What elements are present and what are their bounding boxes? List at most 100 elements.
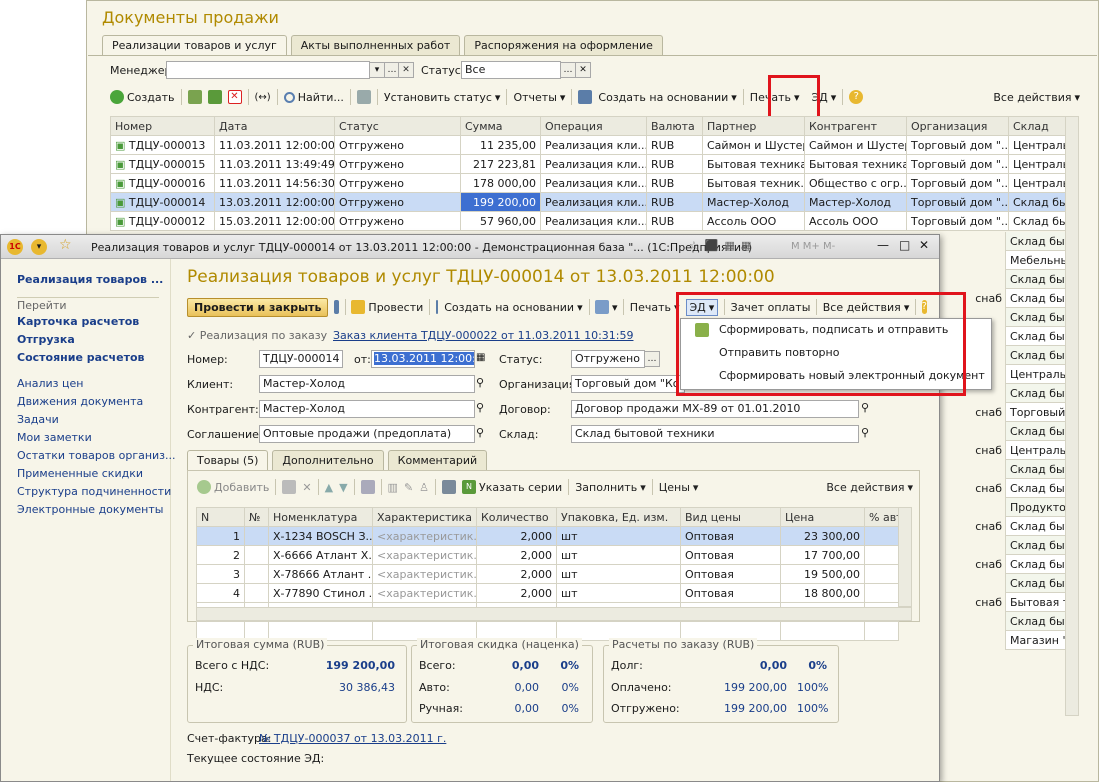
- search-icon[interactable]: ⚲: [861, 426, 869, 439]
- titlebar-tools[interactable]: ☆⬛▦▦: [689, 239, 757, 252]
- table-row[interactable]: ▣ ТДЦУ-000014 13.03.2011 12:00:00 Отгружен…: [110, 192, 1066, 212]
- minimize-icon[interactable]: —: [877, 238, 889, 252]
- tab-additional[interactable]: Дополнительно: [272, 450, 384, 470]
- arrow-down-icon[interactable]: ▼: [339, 481, 347, 494]
- column-header[interactable]: Дата: [214, 116, 335, 136]
- nav-link[interactable]: Примененные скидки: [17, 467, 176, 485]
- column-header[interactable]: Упаковка, Ед. изм.: [556, 507, 681, 527]
- prices-button[interactable]: Цены ▾: [659, 481, 699, 494]
- structure-button[interactable]: ▾: [594, 300, 617, 314]
- invoice-link[interactable]: № ТДЦУ-000037 от 13.03.2011 г.: [259, 732, 446, 745]
- status-field[interactable]: Отгружено: [571, 350, 645, 368]
- all-actions-button[interactable]: Все действия ▾: [993, 91, 1080, 104]
- close-icon[interactable]: ✕: [919, 238, 929, 252]
- nav-link[interactable]: Анализ цен: [17, 377, 176, 395]
- list-icon[interactable]: [442, 480, 457, 494]
- delete-icon[interactable]: ✕: [302, 481, 311, 494]
- search-icon[interactable]: ⚲: [861, 401, 869, 414]
- table-row[interactable]: 2 Х-6666 Атлант Х... <характеристик... 2,00…: [196, 545, 899, 565]
- barcode-icon[interactable]: ▥: [388, 481, 398, 494]
- column-header[interactable]: N: [196, 507, 245, 527]
- column-header[interactable]: Партнер: [702, 116, 805, 136]
- column-header[interactable]: №: [244, 507, 269, 527]
- calc-buttons[interactable]: M M+ M-: [791, 241, 835, 252]
- column-header[interactable]: Вид цены: [680, 507, 781, 527]
- table-row[interactable]: 4 Х-77890 Стинол ... <характеристик... 2,00…: [196, 583, 899, 603]
- delete-icon[interactable]: ✕: [227, 90, 242, 104]
- menu-icon[interactable]: ▾: [31, 239, 47, 255]
- nav-link[interactable]: Остатки товаров организ...: [17, 449, 176, 467]
- set-status-button[interactable]: Установить статус ▾: [384, 91, 501, 104]
- ellipsis-icon[interactable]: …: [644, 351, 660, 367]
- post-and-close-button[interactable]: Провести и закрыть: [187, 297, 329, 317]
- arrow-up-icon[interactable]: ▲: [325, 481, 333, 494]
- nav-link[interactable]: Электронные документы: [17, 503, 176, 521]
- nav-link[interactable]: Состояние расчетов: [17, 351, 144, 369]
- order-link[interactable]: Заказ клиента ТДЦУ-000022 от 11.03.2011 …: [333, 329, 633, 342]
- print-button[interactable]: Печать ▾: [630, 301, 680, 314]
- column-header[interactable]: Номер: [110, 116, 215, 136]
- find-button[interactable]: Найти...: [283, 91, 344, 104]
- contract-field[interactable]: Договор продажи МХ-89 от 01.01.2010: [571, 400, 859, 418]
- filter-icon[interactable]: [356, 90, 371, 104]
- maximize-icon[interactable]: □: [899, 238, 910, 252]
- calendar-icon[interactable]: ▦: [476, 352, 485, 363]
- specify-series-button[interactable]: N Указать серии: [462, 480, 562, 494]
- goods-hscrollbar[interactable]: [196, 607, 912, 621]
- org-field[interactable]: Торговый дом "Комп: [571, 375, 685, 393]
- post-button[interactable]: Провести: [351, 300, 423, 314]
- table-row[interactable]: ▣ ТДЦУ-000015 11.03.2011 13:49:49 Отгружен…: [110, 154, 1066, 174]
- chevron-down-icon[interactable]: ▾: [369, 62, 385, 78]
- tab-orders[interactable]: Распоряжения на оформление: [464, 35, 663, 55]
- manager-input[interactable]: [166, 61, 370, 79]
- copy-icon[interactable]: [187, 90, 202, 104]
- table-row[interactable]: ▣ ТДЦУ-000016 11.03.2011 14:56:30 Отгружен…: [110, 173, 1066, 193]
- help-icon[interactable]: ?: [849, 90, 864, 104]
- table-row[interactable]: ▣ ТДЦУ-000012 15.03.2011 12:00:00 Отгружен…: [110, 211, 1066, 231]
- date-field[interactable]: 13.03.2011 12:00:00: [371, 350, 475, 368]
- goods-scrollbar[interactable]: [898, 507, 912, 607]
- column-header[interactable]: Сумма: [460, 116, 541, 136]
- save-icon[interactable]: [334, 300, 340, 314]
- create-button[interactable]: Создать: [110, 90, 175, 104]
- eraser-icon[interactable]: ✎: [404, 481, 413, 494]
- by-order-checkbox[interactable]: ✓ Реализация по заказу: [187, 329, 327, 342]
- table-row[interactable]: ▣ ТДЦУ-000013 11.03.2011 12:00:00 Отгружен…: [110, 135, 1066, 155]
- stamp-icon[interactable]: ♙: [419, 481, 429, 494]
- column-header[interactable]: Валюта: [646, 116, 703, 136]
- create-based-button[interactable]: Создать на основании ▾: [444, 301, 582, 314]
- edit-icon[interactable]: [207, 90, 222, 104]
- column-header[interactable]: Количество: [476, 507, 557, 527]
- column-header[interactable]: Номенклатура: [268, 507, 373, 527]
- nav-link[interactable]: Мои заметки: [17, 431, 176, 449]
- table-row[interactable]: 1 Х-1234 BOSCH З... <характеристик... 2,000…: [196, 526, 899, 546]
- clear-icon[interactable]: ✕: [398, 62, 414, 78]
- warehouse-field[interactable]: Склад бытовой техники: [571, 425, 859, 443]
- search-icon[interactable]: ⚲: [476, 426, 484, 439]
- contractor-field[interactable]: Мастер-Холод: [259, 400, 475, 418]
- number-field[interactable]: ТДЦУ-000014: [259, 350, 343, 368]
- fill-button[interactable]: Заполнить ▾: [575, 481, 646, 494]
- column-header[interactable]: Статус: [334, 116, 461, 136]
- column-header[interactable]: % авт.: [864, 507, 899, 527]
- tab-goods[interactable]: Товары (5): [187, 450, 269, 471]
- bg-scrollbar[interactable]: [1065, 116, 1079, 716]
- column-header[interactable]: Операция: [540, 116, 647, 136]
- refresh-icon[interactable]: (↔): [255, 92, 271, 103]
- goods-all-actions-button[interactable]: Все действия ▾: [826, 481, 913, 494]
- nav-link[interactable]: Структура подчиненности: [17, 485, 176, 503]
- create-based-button[interactable]: Создать на основании ▾: [598, 91, 736, 104]
- table-row[interactable]: 3 Х-78666 Атлант ... <характеристик... 2,00…: [196, 564, 899, 584]
- nav-link[interactable]: Отгрузка: [17, 333, 144, 351]
- tab-comment[interactable]: Комментарий: [387, 450, 488, 470]
- nav-link[interactable]: Задачи: [17, 413, 176, 431]
- agreement-field[interactable]: Оптовые продажи (предоплата): [259, 425, 475, 443]
- column-header[interactable]: Склад: [1008, 116, 1066, 136]
- status-input[interactable]: Все: [461, 61, 561, 79]
- column-header[interactable]: Характеристика: [372, 507, 477, 527]
- favorite-star-icon[interactable]: ☆: [59, 237, 72, 253]
- tab-acts[interactable]: Акты выполненных работ: [290, 35, 461, 55]
- 1c-logo-icon[interactable]: 1С: [7, 239, 23, 255]
- column-header[interactable]: Контрагент: [804, 116, 907, 136]
- client-field[interactable]: Мастер-Холод: [259, 375, 475, 393]
